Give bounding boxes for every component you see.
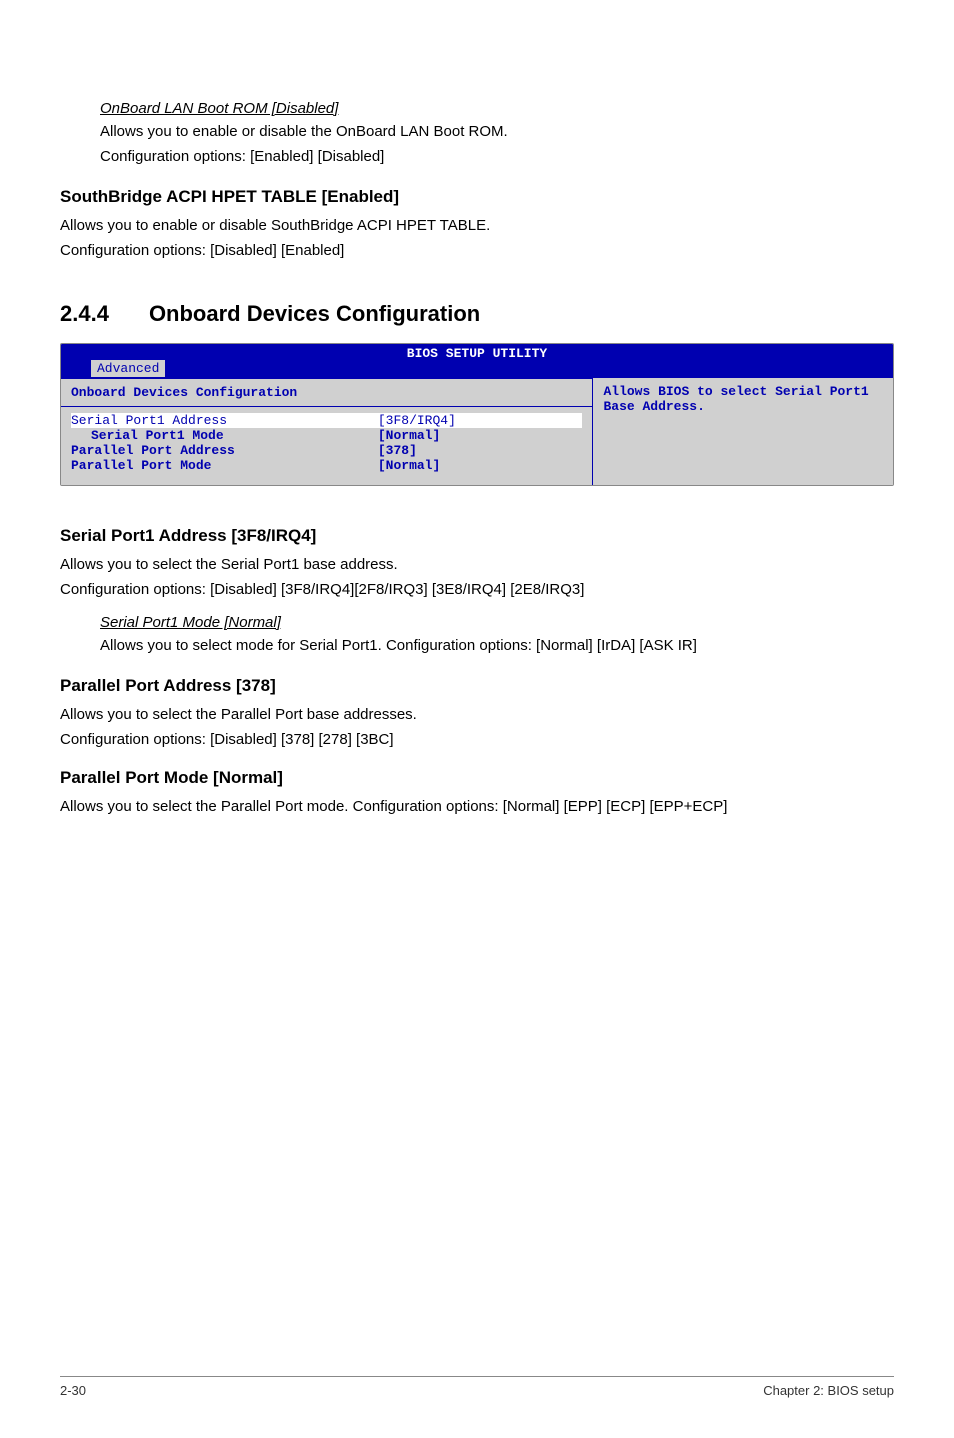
bios-row-value: [Normal] [378,458,440,473]
bios-help-panel: Allows BIOS to select Serial Port1 Base … [593,378,893,485]
parallel-port-mode-line1: Allows you to select the Parallel Port m… [60,796,894,817]
bios-left-content: Serial Port1 Address [3F8/IRQ4] Serial P… [61,407,592,485]
page-footer: 2-30 Chapter 2: BIOS setup [60,1376,894,1398]
bios-row-label: Parallel Port Address [71,443,378,458]
parallel-port-mode-heading: Parallel Port Mode [Normal] [60,768,894,788]
bios-left-panel: Onboard Devices Configuration Serial Por… [61,378,593,485]
onboard-lan-heading: OnBoard LAN Boot ROM [Disabled] [100,100,894,117]
bios-setup-screenshot: BIOS SETUP UTILITY Advanced Onboard Devi… [60,343,894,486]
bios-row-value: [378] [378,443,417,458]
bios-header-title: BIOS SETUP UTILITY [61,344,893,361]
serial-port1-address-line2: Configuration options: [Disabled] [3F8/I… [60,579,894,600]
southbridge-line2: Configuration options: [Disabled] [Enabl… [60,240,894,261]
bios-tabs: Advanced [61,361,893,378]
serial-port1-mode-line1: Allows you to select mode for Serial Por… [100,635,894,656]
bios-row-serial-port1-address: Serial Port1 Address [3F8/IRQ4] [71,413,582,428]
bios-panel-title: Onboard Devices Configuration [61,378,592,407]
bios-row-serial-port1-mode: Serial Port1 Mode [Normal] [71,428,582,443]
parallel-port-address-line2: Configuration options: [Disabled] [378] … [60,729,894,750]
footer-chapter-label: Chapter 2: BIOS setup [763,1383,894,1398]
serial-port1-mode-block: Serial Port1 Mode [Normal] Allows you to… [100,614,894,656]
onboard-lan-line2: Configuration options: [Enabled] [Disabl… [100,146,894,167]
bios-row-value: [Normal] [378,428,440,443]
southbridge-heading: SouthBridge ACPI HPET TABLE [Enabled] [60,187,894,207]
southbridge-line1: Allows you to enable or disable SouthBri… [60,215,894,236]
bios-row-parallel-port-address: Parallel Port Address [378] [71,443,582,458]
onboard-lan-line1: Allows you to enable or disable the OnBo… [100,121,894,142]
onboard-devices-config-heading: 2.4.4 Onboard Devices Configuration [60,301,894,327]
bios-body: Onboard Devices Configuration Serial Por… [61,378,893,485]
serial-port1-address-line1: Allows you to select the Serial Port1 ba… [60,554,894,575]
bios-row-label: Serial Port1 Mode [71,428,378,443]
bios-tab-advanced: Advanced [91,360,165,377]
serial-port1-mode-heading: Serial Port1 Mode [Normal] [100,614,894,631]
onboard-lan-boot-rom-block: OnBoard LAN Boot ROM [Disabled] Allows y… [100,100,894,167]
footer-page-number: 2-30 [60,1383,86,1398]
bios-row-parallel-port-mode: Parallel Port Mode [Normal] [71,458,582,473]
bios-row-label: Parallel Port Mode [71,458,378,473]
section-number: 2.4.4 [60,301,109,327]
parallel-port-address-line1: Allows you to select the Parallel Port b… [60,704,894,725]
serial-port1-address-heading: Serial Port1 Address [3F8/IRQ4] [60,526,894,546]
section-title: Onboard Devices Configuration [149,301,480,326]
bios-row-value: [3F8/IRQ4] [378,413,456,428]
parallel-port-address-heading: Parallel Port Address [378] [60,676,894,696]
bios-row-label: Serial Port1 Address [71,413,378,428]
